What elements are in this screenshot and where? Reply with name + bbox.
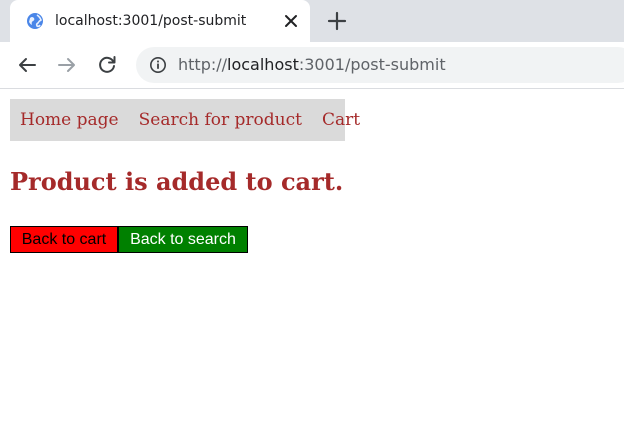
- top-navigation: Home page Search for product Cart: [10, 99, 360, 141]
- url-host: localhost: [227, 55, 299, 74]
- nav-link-cart[interactable]: Cart: [312, 110, 370, 130]
- page-title: Product is added to cart.: [10, 167, 344, 196]
- nav-link-home[interactable]: Home page: [10, 110, 129, 130]
- action-buttons: Back to cart Back to search: [10, 226, 248, 253]
- plus-icon[interactable]: [326, 10, 348, 32]
- nav-link-search[interactable]: Search for product: [129, 110, 312, 130]
- forward-arrow-icon[interactable]: [55, 53, 79, 77]
- url-scheme: http://: [178, 55, 228, 74]
- tab-title: localhost:3001/post-submit: [55, 13, 247, 29]
- browser-tab-strip: localhost:3001/post-submit: [0, 0, 624, 42]
- page-content: Home page Search for product Cart Produc…: [0, 89, 624, 431]
- address-bar[interactable]: http://localhost:3001/post-submit: [136, 47, 624, 83]
- close-icon[interactable]: [282, 12, 300, 30]
- back-to-cart-button[interactable]: Back to cart: [10, 226, 118, 253]
- globe-icon: [27, 13, 43, 29]
- back-to-search-button[interactable]: Back to search: [118, 226, 248, 253]
- browser-tab[interactable]: localhost:3001/post-submit: [10, 0, 310, 42]
- reload-icon[interactable]: [95, 53, 119, 77]
- info-icon[interactable]: [149, 56, 167, 74]
- url-path: :3001/post-submit: [298, 55, 446, 74]
- back-arrow-icon[interactable]: [15, 53, 39, 77]
- url-text[interactable]: http://localhost:3001/post-submit: [178, 55, 446, 75]
- browser-toolbar: http://localhost:3001/post-submit: [0, 42, 624, 89]
